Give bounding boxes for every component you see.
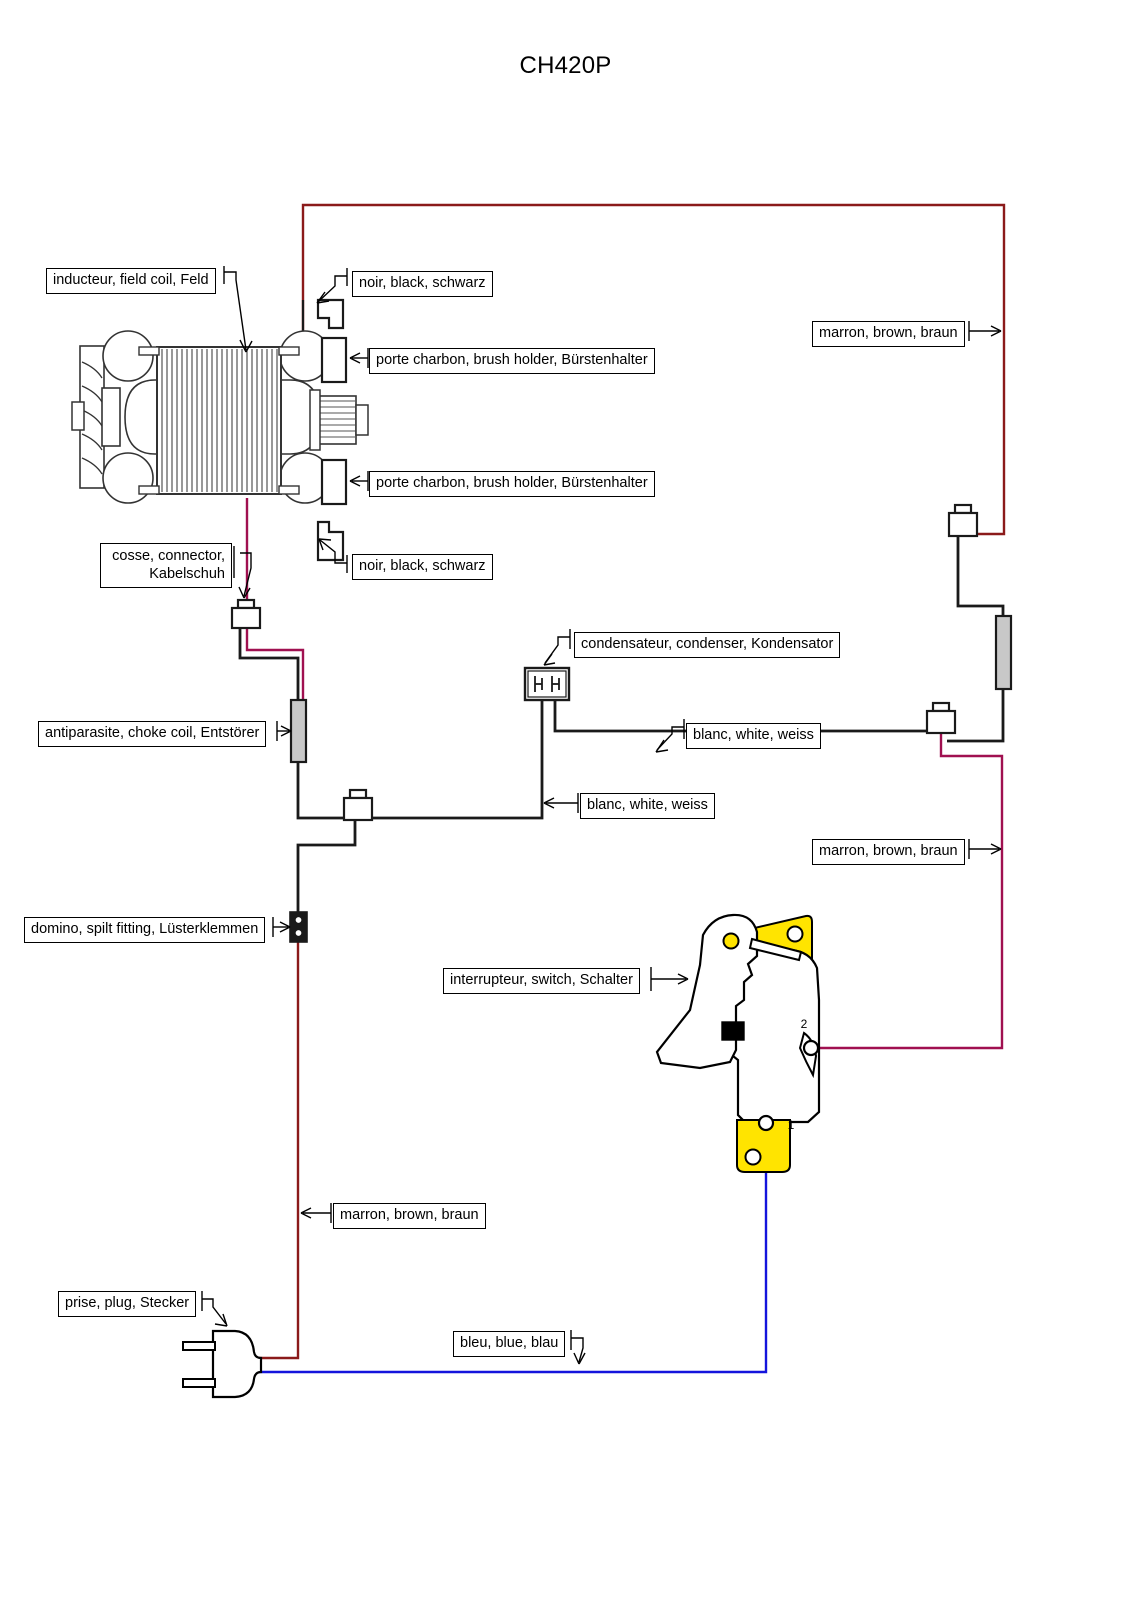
switch-top-mount-hole [786, 925, 804, 943]
domino-terminal-block [289, 911, 308, 943]
motor-tab-tr [278, 346, 300, 356]
wire-magenta-trunk-down [258, 940, 300, 1360]
label-brush-holder-bottom: porte charbon, brush holder, Bürstenhalt… [369, 471, 655, 497]
label-blue: bleu, blue, blau [453, 1331, 566, 1357]
domino-screw-bottom [294, 929, 303, 937]
choke-coil-left [289, 698, 308, 764]
plug-prong-bottom [182, 1378, 216, 1388]
brush-holder-top [320, 336, 348, 384]
motor-tab-br [278, 485, 300, 495]
switch-assembly[interactable]: 2 1 [655, 913, 821, 1173]
wire-black-left-upper [238, 628, 300, 700]
cosse-connector-mid-cap [348, 788, 368, 800]
label-plug: prise, plug, Stecker [58, 1291, 197, 1317]
label-brown-topright: marron, brown, braun [812, 321, 965, 347]
domino-screw-top [294, 916, 303, 924]
switch-terminal-2-number: 2 [801, 1017, 808, 1031]
label-cosse-connector: cosse, connector, Kabelschuh [100, 543, 232, 588]
label-black-top: noir, black, schwarz [352, 271, 493, 297]
label-domino: domino, spilt fitting, Lüsterklemmen [24, 917, 266, 943]
motor-pole-bl [102, 452, 154, 504]
plug-body [211, 1329, 263, 1399]
leader-black-top [317, 275, 347, 303]
label-white-mid: blanc, white, weiss [580, 793, 715, 819]
label-choke-coil: antiparasite, choke coil, Entstörer [38, 721, 267, 747]
wire-black-right-upper [956, 536, 1005, 617]
motor-pole-tl [102, 330, 154, 382]
leader-plug [202, 1298, 227, 1325]
choke-coil-right [994, 614, 1013, 691]
switch-bottom-mount-hole [744, 1148, 762, 1166]
label-condenser: condensateur, condenser, Kondensator [574, 632, 841, 658]
label-brown-bottomleft: marron, brown, braun [333, 1203, 486, 1229]
switch-terminal-1 [757, 1114, 775, 1132]
motor-shaft-left [71, 401, 85, 431]
label-cosse-line1: cosse, connector, [112, 548, 225, 564]
wire-black-white-mid [366, 682, 544, 820]
label-switch: interrupteur, switch, Schalter [443, 968, 640, 994]
cosse-connector-right-lower-cap [931, 701, 951, 713]
wire-black-trunk-join [296, 820, 357, 918]
wire-group [238, 203, 1006, 1374]
leader-white-right-arrow [655, 739, 669, 753]
wiring-diagram-canvas: 2 1 [71, 203, 1013, 1399]
motor-pinion-hub [309, 389, 321, 451]
cosse-connector-left-cap [236, 598, 256, 610]
leader-plug-arrow [214, 1313, 228, 1327]
motor-tab-tl [138, 346, 160, 356]
motor-shaft-right [355, 404, 369, 436]
wire-magenta-right [816, 728, 1004, 1050]
switch-terminal-1-number: 1 [788, 1118, 795, 1132]
label-brown-midright: marron, brown, braun [812, 839, 965, 865]
cosse-connector-mid [342, 796, 374, 822]
switch-terminal-2 [802, 1039, 820, 1057]
brush-holder-bottom [320, 458, 348, 506]
wire-magenta-cosse-right [245, 628, 305, 700]
label-field-coil: inducteur, field coil, Feld [46, 268, 216, 294]
motor-tab-bl [138, 485, 160, 495]
terminal-hook-top [316, 298, 345, 330]
plug-prong-top [182, 1341, 216, 1351]
switch-trigger-pivot [722, 932, 740, 950]
cosse-connector-left [230, 606, 262, 630]
label-brush-holder-top: porte charbon, brush holder, Bürstenhalt… [369, 348, 655, 374]
motor-fan-hub [101, 387, 121, 447]
switch-contact-block [721, 1021, 745, 1041]
label-cosse-line2: Kabelschuh [149, 566, 225, 582]
label-white-right: blanc, white, weiss [686, 723, 821, 749]
condenser-body-inner [527, 670, 567, 698]
cosse-connector-right-upper-cap [953, 503, 973, 515]
condenser [523, 666, 571, 702]
cosse-connector-right-lower [925, 709, 957, 735]
plug-assembly [182, 1329, 263, 1399]
cosse-connector-right-upper [947, 511, 979, 538]
diagram-page: CH420P 2 1 inducteur, field coil, Feld n… [0, 0, 1131, 1600]
leader-field-coil [224, 271, 247, 351]
label-black-bottom: noir, black, schwarz [352, 554, 493, 580]
